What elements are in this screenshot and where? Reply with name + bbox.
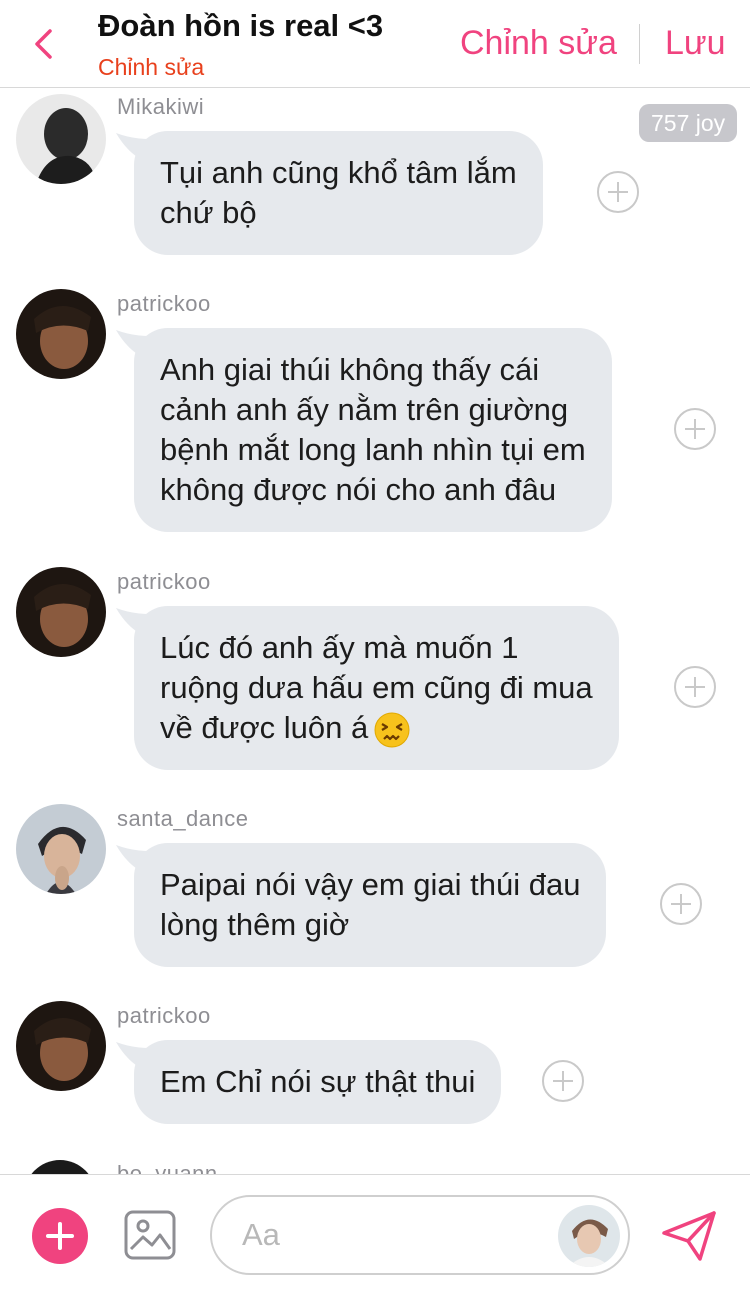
message-bubble[interactable]: Em Chỉ nói sự thật thui (134, 1040, 502, 1124)
message-bubble[interactable]: Tụi anh cũng khổ tâm lắm chứ bộ (134, 131, 543, 255)
avatar[interactable] (16, 1001, 106, 1091)
message-list[interactable]: Mikakiwi 757 joy Tụi anh cũng khổ tâm lắ… (0, 89, 750, 1174)
message-line: bệnh mắt long lanh nhìn tụi em (160, 432, 586, 467)
message-line: Anh giai thúi không thấy cái (160, 352, 540, 387)
sender-avatar[interactable] (558, 1205, 620, 1267)
username[interactable]: patrickoo (117, 1003, 211, 1029)
username[interactable]: bo_yuann (117, 1161, 218, 1174)
message-line: ruộng dưa hấu em cũng đi mua (160, 670, 593, 705)
composer-bar: Aa (0, 1174, 750, 1294)
edit-button[interactable]: Chỉnh sửa (460, 24, 617, 63)
chat-subtitle-edit[interactable]: Chỉnh sửa (98, 54, 204, 81)
message-bubble[interactable]: Lúc đó anh ấy mà muốn 1 ruộng dưa hấu em… (134, 606, 619, 770)
add-reaction-icon[interactable] (542, 1060, 584, 1102)
avatar[interactable] (16, 289, 106, 379)
send-icon[interactable] (660, 1209, 718, 1263)
username[interactable]: santa_dance (117, 806, 249, 832)
chat-title: Đoàn hồn is real <3 (98, 8, 384, 43)
header-divider (639, 24, 640, 64)
message-line-with-emoji: về được luôn á (160, 708, 593, 748)
avatar[interactable] (16, 804, 106, 894)
confounded-face-emoji (374, 712, 410, 748)
image-icon[interactable] (123, 1209, 177, 1261)
add-reaction-icon[interactable] (674, 666, 716, 708)
message-input[interactable]: Aa (210, 1195, 630, 1275)
save-button[interactable]: Lưu (665, 24, 726, 63)
avatar[interactable] (16, 567, 106, 657)
message-line: về được luôn á (160, 710, 369, 745)
username[interactable]: patrickoo (117, 569, 211, 595)
add-reaction-icon[interactable] (660, 883, 702, 925)
username[interactable]: patrickoo (117, 291, 211, 317)
joy-badge: 757 joy (639, 104, 738, 142)
avatar[interactable] (16, 94, 106, 184)
message-line: không được nói cho anh đâu (160, 472, 557, 507)
message-bubble[interactable]: Anh giai thúi không thấy cái cảnh anh ấy… (134, 328, 612, 532)
message-line: chứ bộ (160, 195, 257, 230)
message-line: Paipai nói vậy em giai thúi đau (160, 867, 581, 902)
message-line: Em Chỉ nói sự thật thui (160, 1064, 476, 1099)
message-line: lòng thêm giờ (160, 907, 350, 942)
chevron-left-icon[interactable] (28, 26, 62, 62)
plus-circle-icon[interactable] (32, 1208, 88, 1264)
message-line: Lúc đó anh ấy mà muốn 1 (160, 630, 519, 665)
username[interactable]: Mikakiwi (117, 94, 204, 120)
message-line: Tụi anh cũng khổ tâm lắm (160, 155, 517, 190)
message-line: cảnh anh ấy nằm trên giường (160, 392, 569, 427)
avatar[interactable] (24, 1160, 96, 1174)
add-reaction-icon[interactable] (674, 408, 716, 450)
add-reaction-icon[interactable] (597, 171, 639, 213)
message-input-placeholder: Aa (242, 1217, 280, 1252)
message-bubble[interactable]: Paipai nói vậy em giai thúi đau lòng thê… (134, 843, 607, 967)
chat-header: Đoàn hồn is real <3 Chỉnh sửa Chỉnh sửa … (0, 0, 750, 88)
